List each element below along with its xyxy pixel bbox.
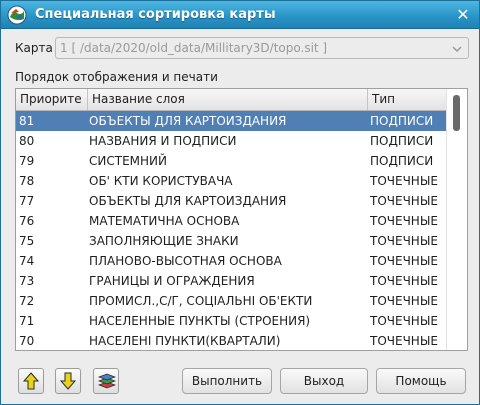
table-row[interactable]: 74 ПЛАНОВО-ВЫСОТНАЯ ОСНОВА ТОЧЕЧНЫЕ [16, 251, 447, 271]
cell-type: ПОДПИСИ [370, 134, 434, 148]
cell-priority: 70 [19, 334, 35, 348]
map-label: Карта [15, 41, 53, 55]
cell-priority: 78 [19, 174, 35, 188]
cell-priority: 75 [19, 234, 35, 248]
cell-layer-name: ОБ' КТИ КОРИСТУВАЧА [89, 174, 233, 188]
cell-layer-name: МАТЕМАТИЧНА ОСНОВА [89, 214, 240, 228]
chevron-down-icon [452, 43, 462, 53]
app-logo-icon [7, 5, 27, 25]
table-row[interactable]: 76 МАТЕМАТИЧНА ОСНОВА ТОЧЕЧНЫЕ [16, 211, 447, 231]
cell-type: ТОЧЕЧНЫЕ [370, 274, 439, 288]
cell-priority: 72 [19, 294, 35, 308]
table-row[interactable]: 77 ОБЪЕКТЫ ДЛЯ КАРТОИЗДАНИЯ ТОЧЕЧНЫЕ [16, 191, 447, 211]
cell-priority: 73 [19, 274, 35, 288]
help-button[interactable]: Помощь [376, 368, 466, 394]
cell-priority: 71 [19, 314, 35, 328]
run-button[interactable]: Выполнить [182, 368, 272, 394]
cell-priority: 74 [19, 254, 35, 268]
cell-type: ТОЧЕЧНЫЕ [370, 334, 439, 348]
cell-type: ПОДПИСИ [370, 114, 434, 128]
cell-layer-name: НАСЕЛЕННЫЕ ПУНКТЫ (СТРОЕНИЯ) [89, 314, 311, 328]
cell-type: ТОЧЕЧНЫЕ [370, 294, 439, 308]
layers-icon [98, 373, 116, 389]
dialog-window: Специальная сортировка карты ✕ Карта 1 [… [0, 0, 480, 405]
cell-layer-name: ОБЪЕКТЫ ДЛЯ КАРТОИЗДАНИЯ [89, 194, 287, 208]
layers-button[interactable] [93, 368, 119, 394]
cell-type: ТОЧЕЧНЫЕ [370, 314, 439, 328]
arrow-down-icon [60, 372, 76, 390]
cell-type: ПОДПИСИ [370, 154, 434, 168]
layer-order-table: Приорите Название слоя Тип 81 ОБЪЕКТЫ ДЛЯ… [15, 88, 468, 351]
table-row[interactable]: 75 ЗАПОЛНЯЮЩИЕ ЗНАКИ ТОЧЕЧНЫЕ [16, 231, 447, 251]
cell-type: ТОЧЕЧНЫЕ [370, 194, 439, 208]
cell-type: ТОЧЕЧНЫЕ [370, 214, 439, 228]
close-button[interactable]: ✕ [453, 5, 473, 25]
cell-priority: 80 [19, 134, 35, 148]
column-header-priority[interactable]: Приорите [16, 89, 88, 110]
order-section-label: Порядок отображения и печати [15, 70, 218, 84]
cell-priority: 81 [19, 114, 35, 128]
map-select[interactable]: 1 [ /data/2020/old_data/Millitary3D/topo… [55, 37, 469, 59]
cell-type: ТОЧЕЧНЫЕ [370, 254, 439, 268]
cell-type: ТОЧЕЧНЫЕ [370, 174, 439, 188]
table-row[interactable]: 78 ОБ' КТИ КОРИСТУВАЧА ТОЧЕЧНЫЕ [16, 171, 447, 191]
arrow-up-icon [23, 372, 39, 390]
table-row[interactable]: 71 НАСЕЛЕННЫЕ ПУНКТЫ (СТРОЕНИЯ) ТОЧЕЧНЫЕ [16, 311, 447, 331]
cell-layer-name: СИСТЕМНИЙ [89, 154, 167, 168]
move-up-button[interactable] [18, 368, 44, 394]
column-header-layer-name[interactable]: Название слоя [88, 89, 368, 110]
table-row[interactable]: 73 ГРАНИЦЫ И ОГРАЖДЕНИЯ ТОЧЕЧНЫЕ [16, 271, 447, 291]
cell-layer-name: ОБЪЕКТЫ ДЛЯ КАРТОИЗДАНИЯ [89, 114, 287, 128]
move-down-button[interactable] [55, 368, 81, 394]
cell-layer-name: НАСЕЛЕНI ПУНКТИ(КВАРТАЛИ) [89, 334, 281, 348]
table-row[interactable]: 80 НАЗВАНИЯ И ПОДПИСИ ПОДПИСИ [16, 131, 447, 151]
cell-type: ТОЧЕЧНЫЕ [370, 234, 439, 248]
vertical-scrollbar[interactable] [446, 89, 467, 350]
table-header: Приорите Название слоя Тип [16, 89, 447, 111]
table-row[interactable]: 70 НАСЕЛЕНI ПУНКТИ(КВАРТАЛИ) ТОЧЕЧНЫЕ [16, 331, 447, 350]
cell-priority: 77 [19, 194, 35, 208]
table-body: 81 ОБЪЕКТЫ ДЛЯ КАРТОИЗДАНИЯ ПОДПИСИ 80 НАЗВА… [16, 111, 447, 350]
table-row[interactable]: 79 СИСТЕМНИЙ ПОДПИСИ [16, 151, 447, 171]
column-header-type[interactable]: Тип [368, 89, 447, 110]
cell-priority: 79 [19, 154, 35, 168]
scrollbar-thumb[interactable] [453, 95, 460, 131]
cell-layer-name: ЗАПОЛНЯЮЩИЕ ЗНАКИ [89, 234, 239, 248]
title-bar[interactable]: Специальная сортировка карты ✕ [1, 1, 479, 29]
window-title: Специальная сортировка карты [35, 7, 276, 22]
cell-layer-name: ПРОМИСЛ.,С/Г, СОЦIАЛЬНI ОБ'ЕКТИ [89, 294, 313, 308]
cell-layer-name: НАЗВАНИЯ И ПОДПИСИ [89, 134, 237, 148]
table-row[interactable]: 81 ОБЪЕКТЫ ДЛЯ КАРТОИЗДАНИЯ ПОДПИСИ [16, 111, 447, 131]
map-select-value: 1 [ /data/2020/old_data/Millitary3D/topo… [60, 41, 328, 55]
cell-layer-name: ПЛАНОВО-ВЫСОТНАЯ ОСНОВА [89, 254, 282, 268]
exit-button[interactable]: Выход [280, 368, 368, 394]
table-row[interactable]: 72 ПРОМИСЛ.,С/Г, СОЦIАЛЬНI ОБ'ЕКТИ ТОЧЕЧНЫ… [16, 291, 447, 311]
cell-layer-name: ГРАНИЦЫ И ОГРАЖДЕНИЯ [89, 274, 255, 288]
cell-priority: 76 [19, 214, 35, 228]
